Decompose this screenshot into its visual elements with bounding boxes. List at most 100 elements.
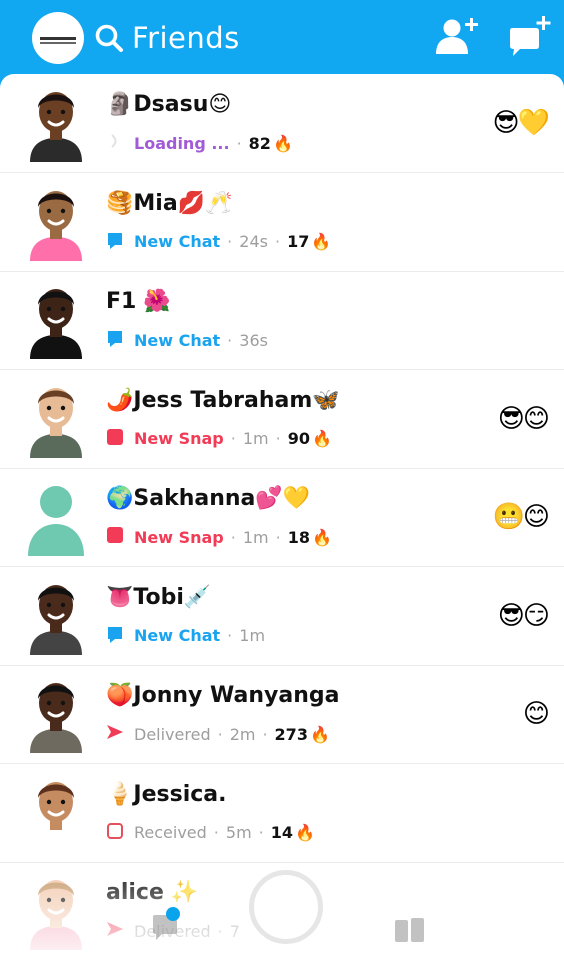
streak-count: 273 <box>274 724 308 744</box>
friend-name: 🌶️Jess Tabraham🦋 <box>106 388 340 413</box>
friend-emoji-badges: 😬😊 <box>492 502 551 532</box>
fire-icon: 🔥 <box>311 429 332 448</box>
avatar[interactable] <box>24 870 88 950</box>
profile-avatar-button[interactable] <box>32 12 84 64</box>
friend-row[interactable]: F1 🌺 New Chat · 36s <box>0 271 564 370</box>
search-icon <box>95 24 123 52</box>
streak-count: 82 <box>248 133 271 153</box>
friend-row[interactable]: 🌶️Jess Tabraham🦋 New Snap · 1m · 90 🔥 😎😊 <box>0 370 564 469</box>
friend-name-text: Mia <box>133 190 178 216</box>
search-bar[interactable]: Friends <box>94 14 240 62</box>
friend-status: Delivered · 2m · 273 🔥 <box>106 723 330 745</box>
streak-count: 14 <box>270 823 294 842</box>
status-loading-icon <box>106 132 134 154</box>
new-chat-icon[interactable] <box>506 14 556 58</box>
status-text: Received <box>134 823 207 842</box>
friend-row[interactable]: 🗿Dsasu😊 Loading ... · 82 🔥 😎💛 <box>0 74 564 173</box>
avatar[interactable] <box>24 279 88 359</box>
separator-dot: · <box>236 133 242 153</box>
separator-dot: · <box>274 232 281 251</box>
friend-name: 👅Tobi💉 <box>106 585 211 610</box>
separator-dot: · <box>230 527 236 547</box>
separator-dot: · <box>227 626 233 645</box>
status-text: Delivered <box>134 724 211 744</box>
friend-name-text: Dsasu <box>133 92 209 117</box>
status-time: 36s <box>239 330 268 350</box>
name-suffix-emoji: 💉 <box>183 584 212 610</box>
streak-count: 90 <box>287 429 310 448</box>
chat-notification-dot <box>166 907 180 921</box>
name-suffix-emoji: ✨ <box>163 880 199 905</box>
separator-dot: · <box>258 823 264 842</box>
fire-icon: 🔥 <box>272 133 293 153</box>
friend-name-text: Jess Tabraham <box>133 387 313 413</box>
friend-status: New Chat · 24s · 17 🔥 <box>106 231 331 253</box>
friend-name: 🗿Dsasu😊 <box>106 92 231 117</box>
separator-dot: · <box>275 429 281 448</box>
stories-icon[interactable] <box>394 916 426 948</box>
friend-name: 🥞Mia💋🥂 <box>106 191 232 216</box>
avatar[interactable] <box>24 181 88 261</box>
friend-row[interactable]: 🍦Jessica. Received · 5m · 14 🔥 <box>0 764 564 863</box>
friend-name-text: alice <box>106 880 164 905</box>
separator-dot: · <box>262 724 268 744</box>
name-prefix-emoji: 👅 <box>106 584 134 610</box>
friend-name: F1 🌺 <box>106 289 171 314</box>
avatar[interactable] <box>24 575 88 655</box>
status-delivered-icon <box>106 723 134 745</box>
bitmoji-placeholder-icon <box>40 37 76 40</box>
status-text: New Snap <box>134 429 224 448</box>
name-suffix-emoji: 😊 <box>208 92 232 117</box>
status-chat-icon <box>106 625 134 647</box>
status-time: 24s <box>239 232 268 251</box>
friend-name-text: F1 <box>106 289 137 314</box>
status-text: New Chat <box>134 330 221 350</box>
friend-emoji-badges: 😎💛 <box>492 108 551 138</box>
name-suffix-emoji: 💕💛 <box>255 486 311 511</box>
name-suffix-emoji: 🦋 <box>312 387 340 413</box>
name-suffix-emoji: 🌺 <box>136 289 171 314</box>
friend-name: 🍦Jessica. <box>106 782 227 807</box>
avatar[interactable] <box>24 673 88 753</box>
camera-shutter-icon[interactable] <box>249 870 323 944</box>
bitmoji-placeholder-line <box>40 42 76 44</box>
status-text: New Snap <box>134 527 224 547</box>
friend-status: New Chat · 1m <box>106 625 265 647</box>
friend-status: New Snap · 1m · 90 🔥 <box>106 428 332 450</box>
status-delivered-icon <box>106 920 134 942</box>
streak-count: 18 <box>287 527 310 547</box>
name-prefix-emoji: 🥞 <box>106 190 134 216</box>
separator-dot: · <box>217 724 223 744</box>
avatar-placeholder-icon[interactable] <box>24 476 88 556</box>
name-suffix-emoji: 💋🥂 <box>177 190 233 216</box>
name-prefix-emoji: 🍦 <box>106 781 134 807</box>
fire-icon: 🔥 <box>295 823 315 842</box>
status-time: 1m <box>242 527 269 547</box>
avatar[interactable] <box>24 772 88 852</box>
friends-screen: Friends 🗿Dsasu😊 Loading ... · 82 🔥 😎💛 🥞Mia💋🥂 Ne… <box>0 0 564 954</box>
name-prefix-emoji: 🍑 <box>106 683 134 708</box>
friend-status: New Chat · 36s <box>106 329 268 351</box>
friend-emoji-badges: 😊 <box>522 699 550 729</box>
friend-row[interactable]: 👅Tobi💉 New Chat · 1m 😎😏 <box>0 567 564 666</box>
avatar[interactable] <box>24 82 88 162</box>
friend-status: New Snap · 1m · 18 🔥 <box>106 526 332 548</box>
fire-icon: 🔥 <box>309 724 330 744</box>
status-text: New Chat <box>134 232 221 251</box>
separator-dot: · <box>217 921 223 941</box>
status-chat-icon <box>106 231 134 253</box>
fire-icon: 🔥 <box>311 527 332 547</box>
friend-row[interactable]: 🥞Mia💋🥂 New Chat · 24s · 17 🔥 <box>0 173 564 272</box>
friend-name-text: Tobi <box>133 584 184 610</box>
status-time: 7 <box>229 921 240 941</box>
friend-name: alice ✨ <box>106 880 198 905</box>
status-received-icon <box>106 822 134 844</box>
add-friend-icon[interactable] <box>432 14 482 58</box>
friend-name: 🍑Jonny Wanyanga <box>106 683 339 708</box>
friend-row[interactable]: 🌍Sakhanna💕💛 New Snap · 1m · 18 🔥 😬😊 <box>0 468 564 567</box>
avatar[interactable] <box>24 378 88 458</box>
status-text: Loading ... <box>134 133 230 153</box>
streak-count: 17 <box>287 232 310 251</box>
friend-status: Received · 5m · 14 🔥 <box>106 822 315 844</box>
friend-row[interactable]: 🍑Jonny Wanyanga Delivered · 2m · 273 🔥 😊 <box>0 665 564 764</box>
